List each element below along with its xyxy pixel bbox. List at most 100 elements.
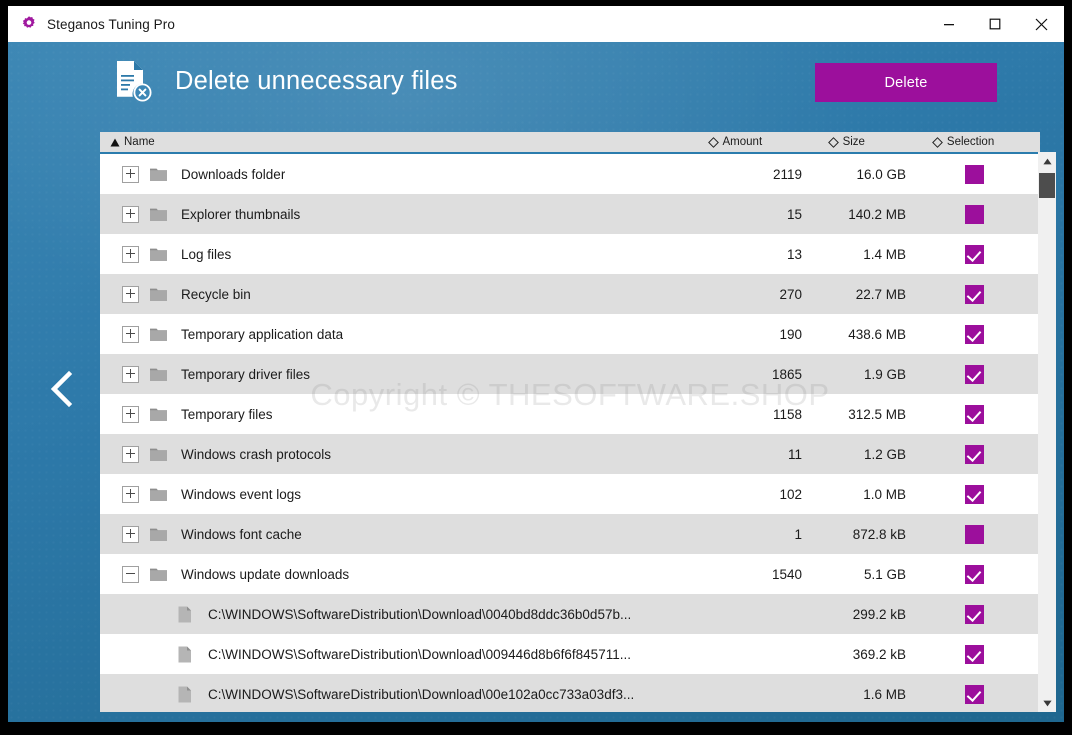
triangle-up-icon	[110, 138, 120, 146]
selection-checkbox-checked[interactable]	[964, 564, 984, 584]
selection-checkbox-checked[interactable]	[964, 324, 984, 344]
minimize-icon	[944, 24, 954, 26]
selection-checkbox-checked[interactable]	[964, 244, 984, 264]
scrollbar-thumb[interactable]	[1039, 173, 1055, 198]
selection-checkbox-checked[interactable]	[964, 604, 984, 624]
column-header-selection[interactable]: Selection	[922, 136, 1040, 148]
cell-selection	[912, 644, 1022, 664]
vertical-scrollbar[interactable]	[1038, 152, 1056, 712]
collapse-row-button[interactable]	[122, 565, 139, 583]
scroll-up-button[interactable]	[1038, 152, 1056, 170]
application-window: Steganos Tuning Pro Delete unnecessary f…	[8, 6, 1064, 722]
column-header-name[interactable]: Name	[100, 136, 704, 148]
title-bar: Steganos Tuning Pro	[8, 6, 1064, 42]
row-label: Log files	[181, 246, 232, 262]
cell-size: 1.6 MB	[863, 686, 906, 702]
cell-amount: 270	[779, 286, 802, 302]
cell-name: Temporary application data	[100, 325, 704, 343]
column-header-amount[interactable]: Amount	[704, 136, 818, 148]
selection-checkbox-checked[interactable]	[964, 684, 984, 704]
cell-selection	[912, 444, 1022, 464]
cell-size: 438.6 MB	[848, 326, 906, 342]
folder-icon	[150, 568, 167, 581]
table-row[interactable]: Explorer thumbnails 15 140.2 MB	[100, 194, 1040, 234]
expand-row-button[interactable]	[122, 325, 139, 343]
expand-row-button[interactable]	[122, 165, 139, 183]
cell-selection	[912, 564, 1022, 584]
selection-checkbox-partial[interactable]	[964, 204, 984, 224]
window-title: Steganos Tuning Pro	[47, 16, 175, 32]
table-row[interactable]: Windows update downloads 1540 5.1 GB	[100, 554, 1040, 594]
table-row[interactable]: Recycle bin 270 22.7 MB	[100, 274, 1040, 314]
expand-row-button[interactable]	[122, 445, 139, 463]
folder-icon	[150, 328, 167, 341]
selection-checkbox-checked[interactable]	[964, 484, 984, 504]
table-row[interactable]: Windows event logs 102 1.0 MB	[100, 474, 1040, 514]
cell-size: 1.4 MB	[863, 246, 906, 262]
triangle-up-icon	[1042, 158, 1052, 164]
expand-row-button[interactable]	[122, 285, 139, 303]
row-label: Windows update downloads	[181, 566, 350, 582]
folder-icon	[150, 408, 167, 421]
selection-checkbox-checked[interactable]	[964, 644, 984, 664]
cell-name: Temporary driver files	[100, 365, 704, 383]
cell-selection	[912, 244, 1022, 264]
back-navigation-button[interactable]	[36, 363, 88, 415]
selection-checkbox-checked[interactable]	[964, 284, 984, 304]
file-table: Name Amount Size Selection Downloads fol…	[100, 132, 1040, 712]
column-header-size[interactable]: Size	[818, 136, 922, 148]
table-body: Downloads folder 2119 16.0 GB Explorer thum…	[100, 154, 1040, 712]
folder-icon	[150, 248, 167, 261]
selection-checkbox-checked[interactable]	[964, 364, 984, 384]
row-label: Temporary files	[181, 406, 273, 422]
table-row[interactable]: Temporary application data 190 438.6 MB	[100, 314, 1040, 354]
file-icon	[178, 646, 191, 662]
close-button[interactable]	[1018, 6, 1064, 42]
selection-checkbox-partial[interactable]	[964, 524, 984, 544]
cell-amount: 1	[794, 526, 802, 542]
cell-size: 312.5 MB	[848, 406, 906, 422]
file-icon	[178, 606, 191, 622]
cell-amount: 2119	[772, 166, 802, 182]
scroll-down-button[interactable]	[1038, 694, 1056, 712]
cell-amount: 1540	[771, 566, 802, 582]
cell-size: 16.0 GB	[856, 166, 906, 182]
row-label: Explorer thumbnails	[181, 206, 301, 222]
table-row[interactable]: Log files 13 1.4 MB	[100, 234, 1040, 274]
table-row[interactable]: Windows crash protocols 11 1.2 GB	[100, 434, 1040, 474]
diamond-icon	[707, 136, 719, 148]
folder-icon	[150, 368, 167, 381]
cell-size: 22.7 MB	[855, 286, 906, 302]
table-row[interactable]: C:\WINDOWS\SoftwareDistribution\Download…	[100, 674, 1040, 712]
table-row[interactable]: Downloads folder 2119 16.0 GB	[100, 154, 1040, 194]
table-row[interactable]: Windows font cache 1 872.8 kB	[100, 514, 1040, 554]
expand-row-button[interactable]	[122, 525, 139, 543]
column-header-name-label: Name	[124, 136, 155, 148]
table-row[interactable]: Temporary files 1158 312.5 MB	[100, 394, 1040, 434]
expand-row-button[interactable]	[122, 245, 139, 263]
cell-selection	[912, 484, 1022, 504]
selection-checkbox-partial[interactable]	[964, 164, 984, 184]
selection-checkbox-checked[interactable]	[964, 444, 984, 464]
cell-name: Log files	[100, 245, 704, 263]
cell-size: 140.2 MB	[848, 206, 906, 222]
minimize-button[interactable]	[926, 6, 972, 42]
table-header-row: Name Amount Size Selection	[100, 132, 1040, 154]
expand-row-button[interactable]	[122, 365, 139, 383]
table-row[interactable]: C:\WINDOWS\SoftwareDistribution\Download…	[100, 634, 1040, 674]
expand-row-button[interactable]	[122, 205, 139, 223]
cell-amount: 15	[786, 206, 802, 222]
cell-name: C:\WINDOWS\SoftwareDistribution\Download…	[100, 686, 704, 703]
table-row[interactable]: Temporary driver files 1865 1.9 GB	[100, 354, 1040, 394]
page-title: Delete unnecessary files	[175, 66, 458, 95]
column-header-selection-label: Selection	[946, 136, 995, 148]
table-row[interactable]: C:\WINDOWS\SoftwareDistribution\Download…	[100, 594, 1040, 634]
selection-checkbox-checked[interactable]	[964, 404, 984, 424]
cell-name: C:\WINDOWS\SoftwareDistribution\Download…	[100, 646, 704, 663]
cell-name: Recycle bin	[100, 285, 704, 303]
delete-button[interactable]: Delete	[815, 63, 997, 102]
expand-row-button[interactable]	[122, 405, 139, 423]
cell-selection	[912, 204, 1022, 224]
expand-row-button[interactable]	[122, 485, 139, 503]
maximize-button[interactable]	[972, 6, 1018, 42]
